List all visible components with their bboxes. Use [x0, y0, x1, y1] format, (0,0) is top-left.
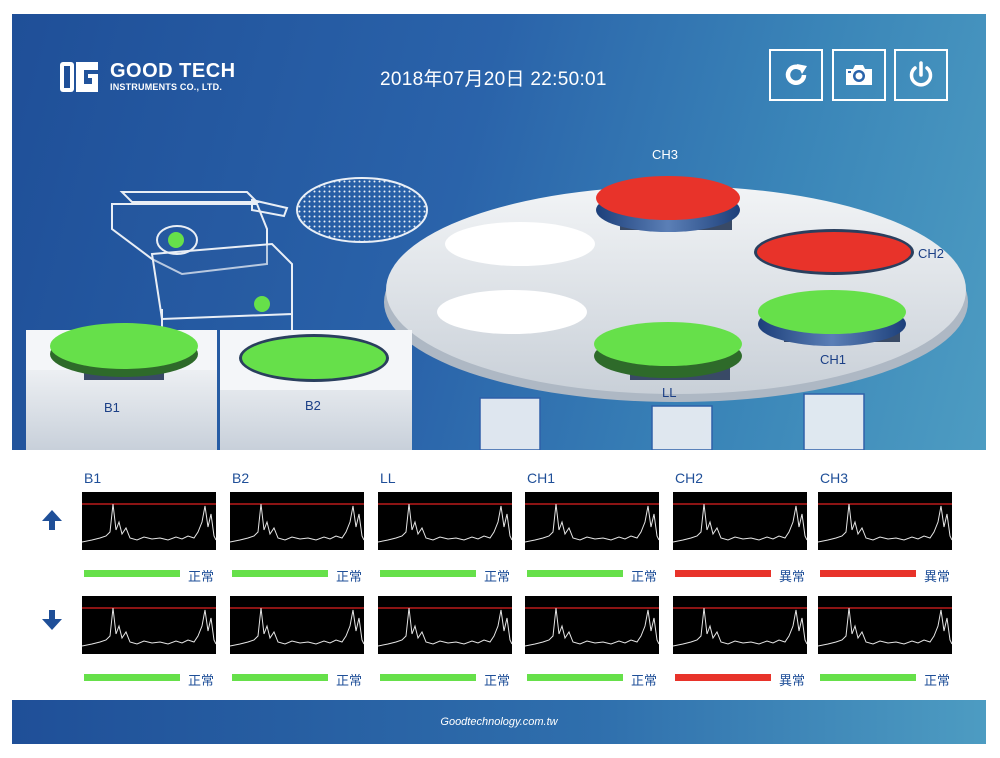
status-text-lower-ch3: 正常 — [924, 673, 951, 688]
status-bar-upper-b2 — [232, 570, 328, 577]
spectrum-trace — [525, 607, 659, 647]
arrow-up-icon — [42, 510, 62, 530]
status-text-lower-b1: 正常 — [188, 673, 215, 688]
station-label-ch1: CH1 — [820, 352, 847, 367]
status-bar-upper-b1 — [84, 570, 180, 577]
status-bar-upper-ch2 — [675, 570, 771, 577]
status-bar-lower-b2 — [232, 674, 328, 681]
station-label-b2: B2 — [305, 398, 321, 413]
spectrum-trace — [378, 607, 512, 647]
status-bar-lower-ch3 — [820, 674, 916, 681]
channel-title-b2: B2 — [232, 470, 250, 486]
arrow-down-icon — [42, 610, 62, 630]
station-ll — [594, 322, 742, 380]
company-subtitle: INSTRUMENTS CO., LTD. — [110, 82, 223, 92]
monitor-panel: B1 正常 正常 B2 正常 正常 LL 正常 正常 CH1 正常 正常 CH2 異常 異常 CH3 異常 正常 — [12, 450, 986, 698]
channel-title-ch1: CH1 — [527, 470, 556, 486]
app-window: GOOD TECH INSTRUMENTS CO., LTD. 2018年07月… — [12, 14, 986, 744]
status-bar-upper-ch1 — [527, 570, 623, 577]
waveform-lower-ch1[interactable] — [525, 596, 659, 654]
station-ch2 — [754, 229, 914, 275]
channel-title-b1: B1 — [84, 470, 102, 486]
status-bar-upper-ch3 — [820, 570, 916, 577]
channel-title-ch3: CH3 — [820, 470, 849, 486]
base-indicator-light — [254, 296, 270, 312]
waveform-upper-b1[interactable] — [82, 492, 216, 550]
station-box-b2 — [220, 330, 412, 450]
waveform-upper-b2[interactable] — [230, 492, 364, 550]
datetime-display: 2018年07月20日 22:50:01 — [380, 69, 607, 90]
status-text-upper-b2: 正常 — [336, 569, 363, 584]
station-label-b1: B1 — [104, 400, 120, 415]
status-text-upper-ch3: 異常 — [924, 569, 951, 584]
waveform-lower-b2[interactable] — [230, 596, 364, 654]
spectrum-trace — [230, 503, 364, 543]
waveform-lower-ch2[interactable] — [673, 596, 807, 654]
station-label-ch2: CH2 — [918, 246, 945, 261]
waveform-upper-ch1[interactable] — [525, 492, 659, 550]
status-text-upper-b1: 正常 — [188, 569, 215, 584]
status-text-upper-ch2: 異常 — [779, 569, 806, 584]
company-logo: GOOD TECH INSTRUMENTS CO., LTD. — [58, 56, 236, 98]
refresh-icon — [785, 64, 807, 85]
footer-bar: Goodtechnology.com.tw — [12, 700, 986, 744]
status-bar-upper-ll — [380, 570, 476, 577]
spectrum-trace — [673, 503, 807, 543]
spectrum-trace — [82, 607, 216, 647]
status-text-upper-ch1: 正常 — [631, 569, 658, 584]
power-icon — [909, 61, 933, 87]
equipment-scene: GOOD TECH INSTRUMENTS CO., LTD. 2018年07月… — [12, 14, 986, 450]
station-box-b1 — [26, 323, 217, 450]
spectrum-trace — [82, 503, 216, 543]
station-ch1 — [758, 290, 906, 346]
logo-icon — [58, 56, 100, 98]
power-button[interactable] — [894, 49, 948, 101]
arm-indicator-light — [168, 232, 184, 248]
channel-title-ll: LL — [380, 470, 396, 486]
refresh-button[interactable] — [769, 49, 823, 101]
camera-icon — [846, 65, 872, 85]
status-text-upper-ll: 正常 — [484, 569, 511, 584]
spectrum-trace — [378, 503, 512, 543]
waveform-lower-ch3[interactable] — [818, 596, 952, 654]
waveform-upper-ll[interactable] — [378, 492, 512, 550]
spectrum-trace — [818, 607, 952, 647]
station-label-ll: LL — [662, 385, 677, 400]
status-bar-lower-ll — [380, 674, 476, 681]
spectrum-trace — [230, 607, 364, 647]
status-text-lower-ch1: 正常 — [631, 673, 658, 688]
camera-button[interactable] — [832, 49, 886, 101]
status-text-lower-ll: 正常 — [484, 673, 511, 688]
waveform-upper-ch3[interactable] — [818, 492, 952, 550]
status-bar-lower-ch1 — [527, 674, 623, 681]
spectrum-trace — [673, 607, 807, 647]
channel-title-ch2: CH2 — [675, 470, 704, 486]
station-label-ch3: CH3 — [652, 147, 679, 162]
waveform-lower-b1[interactable] — [82, 596, 216, 654]
status-bar-lower-b1 — [84, 674, 180, 681]
website-link[interactable]: Goodtechnology.com.tw — [440, 716, 557, 728]
spectrum-trace — [525, 503, 659, 543]
robot-arm — [111, 177, 428, 344]
status-text-lower-b2: 正常 — [336, 673, 363, 688]
station-ch3 — [596, 176, 740, 232]
status-bar-lower-ch2 — [675, 674, 771, 681]
waveform-upper-ch2[interactable] — [673, 492, 807, 550]
waveform-lower-ll[interactable] — [378, 596, 512, 654]
spectrum-trace — [818, 503, 952, 543]
status-text-lower-ch2: 異常 — [779, 673, 806, 688]
company-name: GOOD TECH — [110, 60, 236, 82]
